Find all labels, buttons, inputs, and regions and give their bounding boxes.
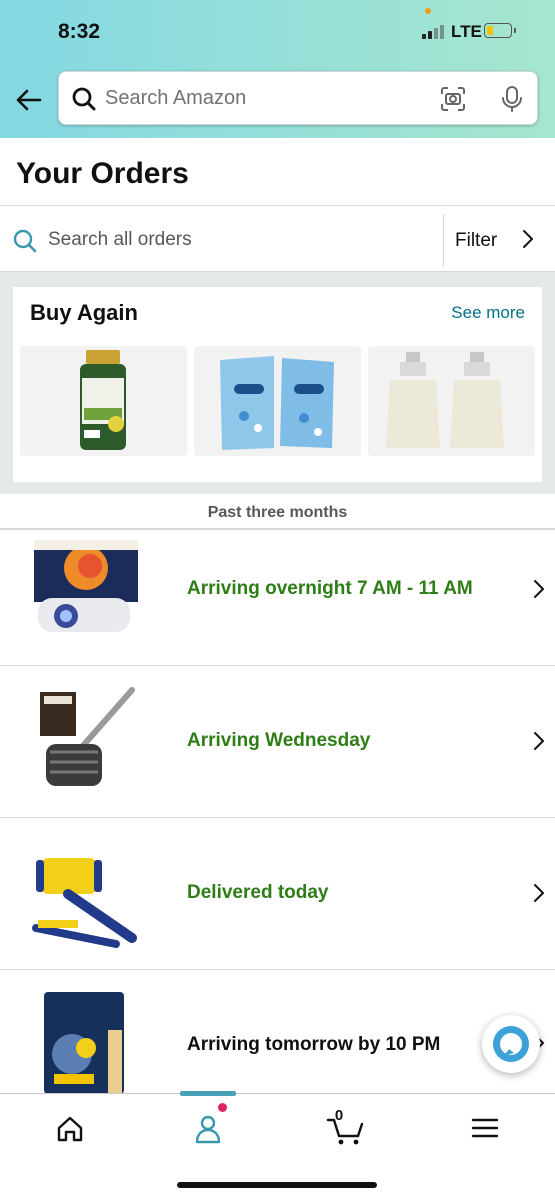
alexa-icon: [493, 1026, 529, 1062]
account-icon: [195, 1115, 221, 1144]
perfume-bottle-image: [386, 352, 504, 448]
home-indicator: [177, 1182, 377, 1188]
order-row[interactable]: Delivered today: [0, 818, 555, 970]
see-more-link[interactable]: See more: [451, 303, 525, 323]
app-header: 8:32 LTE: [0, 0, 555, 138]
filter-label: Filter: [455, 230, 498, 251]
search-icon: [12, 228, 38, 259]
chevron-right-icon: [521, 228, 535, 255]
section-label: Past three months: [207, 504, 348, 521]
chevron-right-icon: [532, 730, 546, 757]
wax-beads-image: [44, 992, 124, 1094]
litter-bag-image: [220, 356, 334, 450]
home-icon: [57, 1116, 83, 1142]
order-row[interactable]: Arriving overnight 7 AM - 11 AM: [0, 530, 555, 666]
active-tab-indicator: [180, 1091, 236, 1096]
tab-cart[interactable]: 0: [316, 1107, 376, 1148]
order-status: Arriving overnight 7 AM - 11 AM: [187, 578, 473, 599]
tab-account[interactable]: [178, 1108, 238, 1148]
order-row[interactable]: Arriving Wednesday: [0, 666, 555, 818]
microphone-icon[interactable]: [499, 85, 525, 118]
signal-icon: [422, 25, 446, 39]
buy-again-item-perfume[interactable]: [368, 346, 535, 456]
status-bar: 8:32 LTE: [0, 0, 555, 62]
section-header: Past three months: [0, 494, 555, 530]
cart-count-badge: 0: [334, 1107, 344, 1124]
search-icon: [71, 86, 97, 117]
tab-menu[interactable]: [455, 1108, 515, 1148]
alexa-button[interactable]: [482, 1015, 540, 1073]
privacy-indicator-dot: [425, 8, 431, 14]
back-arrow-icon[interactable]: [14, 86, 42, 114]
status-time: 8:32: [58, 20, 101, 43]
chevron-right-icon: [532, 882, 546, 909]
lint-roller-image: [32, 858, 137, 948]
order-row[interactable]: Arriving tomorrow by 10 PM: [0, 970, 555, 1094]
supplement-bottle-image: [80, 350, 126, 450]
search-bar[interactable]: [58, 71, 538, 125]
grill-brush-image: [40, 687, 135, 786]
order-search-bar: Search all orders Filter: [0, 205, 555, 272]
buy-again-title: Buy Again: [30, 300, 138, 325]
search-input[interactable]: [105, 82, 425, 114]
order-status: Arriving tomorrow by 10 PM: [187, 1034, 441, 1055]
network-label: LTE: [451, 22, 482, 41]
buy-again-item-oregano[interactable]: [20, 346, 187, 456]
page-title: Your Orders: [16, 157, 189, 190]
cart-icon: [326, 1118, 364, 1145]
buy-again-card: Buy Again See more: [13, 287, 542, 482]
notification-dot: [218, 1103, 227, 1112]
projector-image: [34, 540, 138, 632]
order-status: Delivered today: [187, 882, 329, 903]
battery-icon: [484, 23, 516, 38]
menu-icon: [471, 1118, 499, 1138]
chevron-right-icon: [532, 578, 546, 605]
order-status: Arriving Wednesday: [187, 730, 371, 751]
camera-scan-icon[interactable]: [440, 86, 466, 117]
order-search-input[interactable]: Search all orders: [48, 229, 192, 251]
buy-again-item-petsafe[interactable]: [194, 346, 361, 456]
filter-button[interactable]: Filter: [443, 206, 555, 272]
tab-home[interactable]: [40, 1108, 100, 1148]
